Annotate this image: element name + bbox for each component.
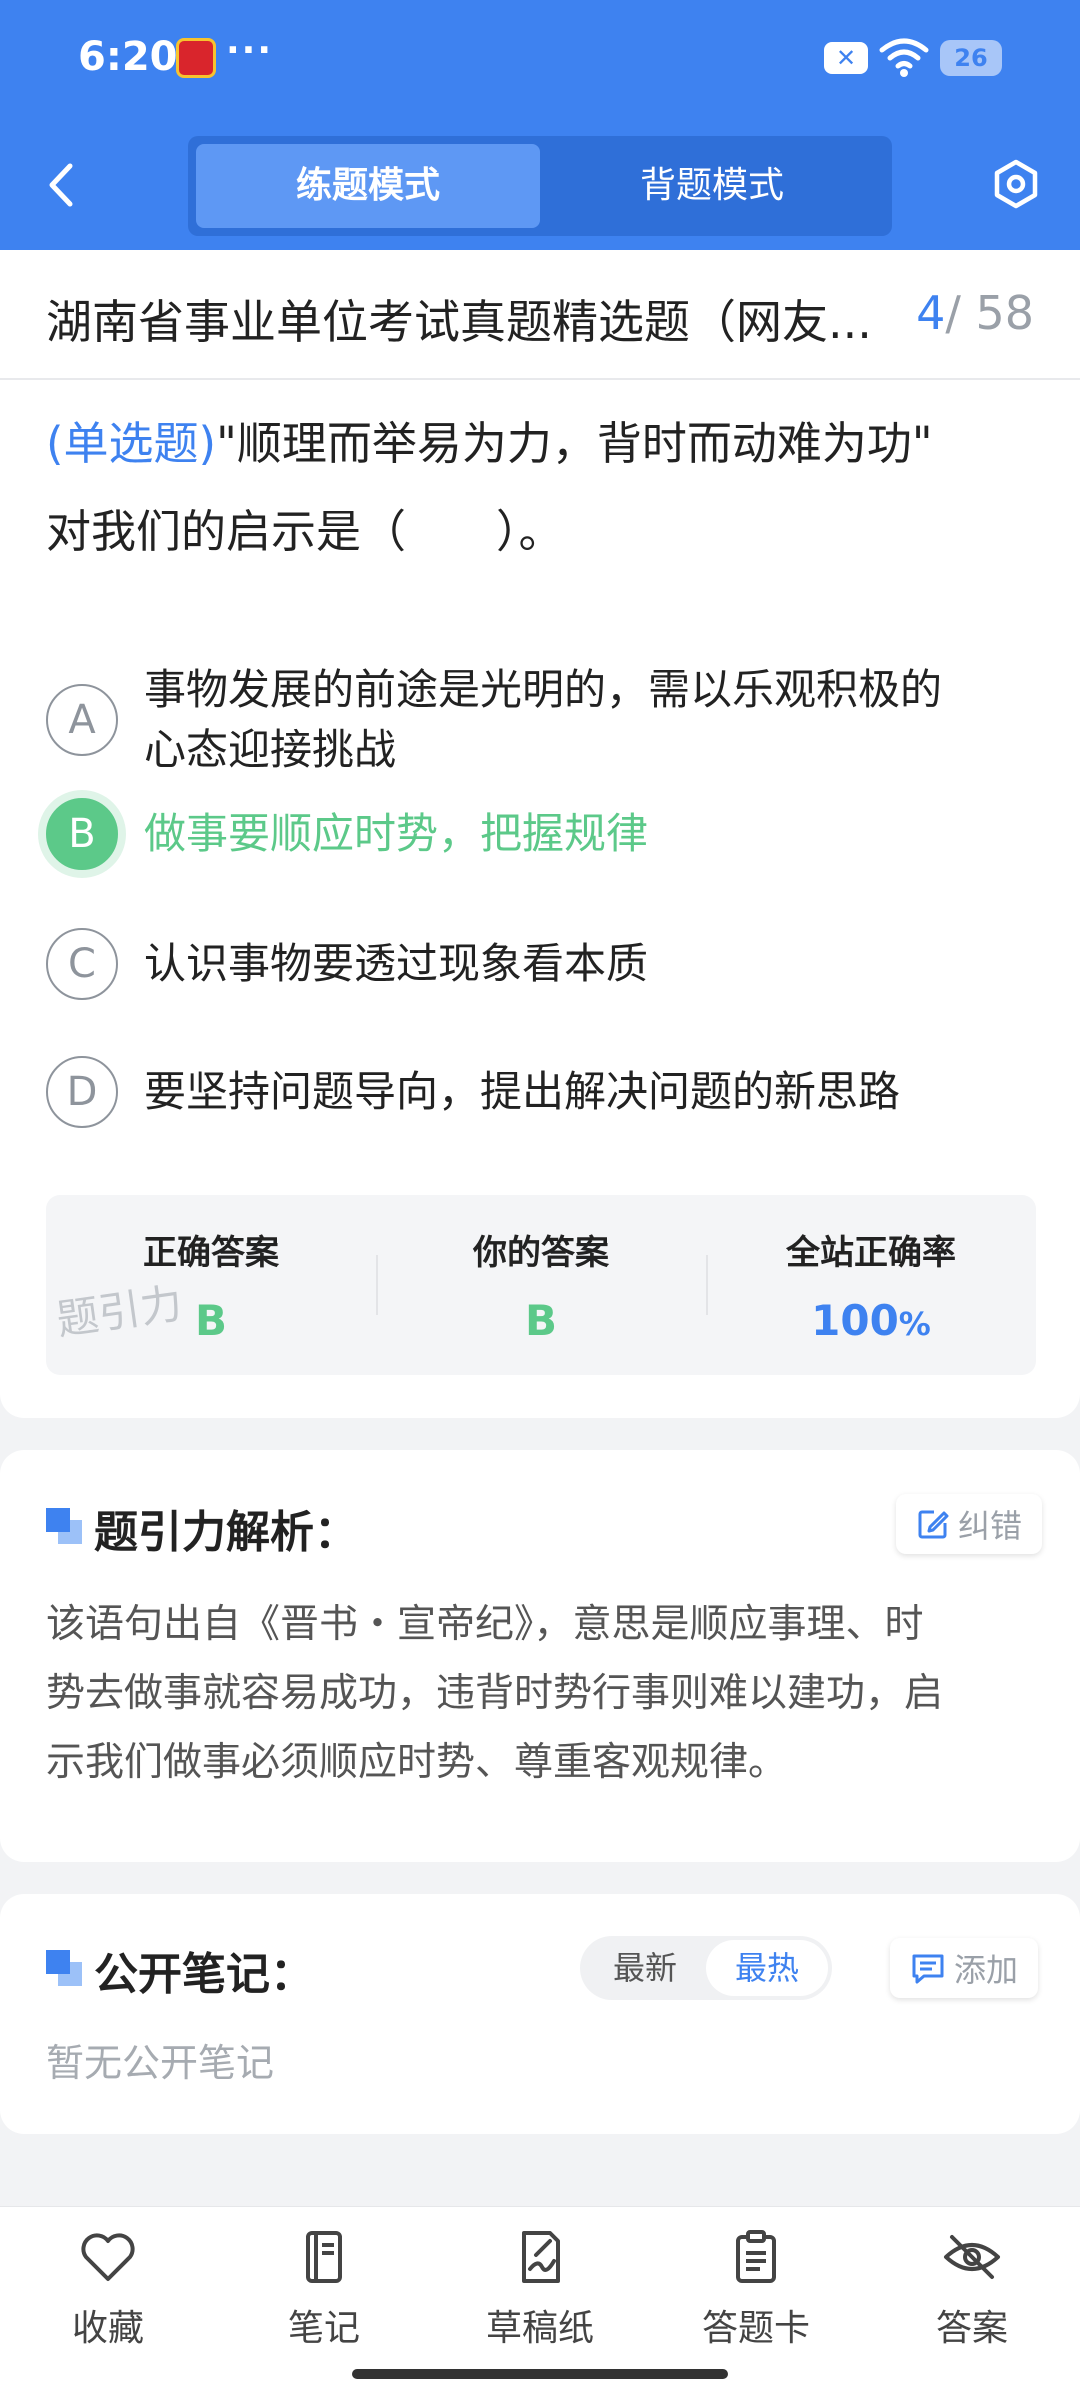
- accuracy-label: 全站正确率: [786, 1233, 956, 1273]
- show-answer-button[interactable]: 答案: [864, 2207, 1080, 2400]
- public-notes-card: 公开笔记： 最新 最热 添加 暂无公开笔记: [0, 1894, 1080, 2134]
- edit-icon: [918, 1510, 949, 1539]
- question-stem-line2: 对我们的启示是（ ）。: [46, 505, 564, 558]
- answer-card-icon: [736, 2230, 776, 2283]
- tab-recite-mode[interactable]: 背题模式: [540, 144, 884, 228]
- question-type: (单选题): [46, 417, 217, 470]
- home-indicator[interactable]: [352, 2369, 728, 2379]
- answer-summary: 正确答案 B 你的答案 B 全站正确率 100%: [46, 1195, 1036, 1375]
- option-d[interactable]: D 要坚持问题导向，提出解决问题的新思路: [46, 1056, 1036, 1128]
- option-a-letter: A: [46, 684, 118, 756]
- status-time: 6:20: [78, 34, 178, 80]
- question-stem-line1: "顺理而举易为力，背时而动难为功": [216, 417, 933, 470]
- tab-practice-mode[interactable]: 练题模式: [196, 144, 540, 228]
- analysis-card: 题引力解析： 纠错 该语句出自《晋书・宣帝纪》，意思是顺应事理、时 势去做事就容…: [0, 1450, 1080, 1862]
- question-text: (单选题)"顺理而举易为力，背时而动难为功" 对我们的启示是（ ）。: [46, 400, 1036, 576]
- analysis-title: 题引力解析：: [94, 1507, 358, 1558]
- draft-paper-icon: [522, 2231, 560, 2283]
- option-a-text: 事物发展的前途是光明的，需以乐观积极的 心态迎接挑战: [144, 660, 942, 780]
- comment-icon: [912, 1954, 944, 1984]
- question-card: 湖南省事业单位考试真题精选题（网友... 4/ 58 (单选题)"顺理而举易为力…: [0, 250, 1080, 1418]
- settings-hexagon-icon[interactable]: [990, 158, 1042, 210]
- favorite-button[interactable]: 收藏: [0, 2207, 216, 2400]
- status-more: ···: [226, 30, 274, 71]
- mode-switch: 练题模式 背题模式: [188, 136, 892, 236]
- section-squares-icon: [46, 1508, 84, 1546]
- option-a-line2: 心态迎接挑战: [144, 725, 397, 774]
- accuracy-value: 100%: [706, 1296, 1036, 1345]
- notes-label: 笔记: [287, 2308, 360, 2349]
- option-c-letter: C: [46, 928, 118, 1000]
- error-report-label: 纠错: [958, 1507, 1023, 1545]
- back-chevron-icon[interactable]: [40, 160, 84, 210]
- your-answer-value: B: [524, 1296, 557, 1345]
- option-b-letter: B: [46, 798, 118, 870]
- notes-title: 公开笔记：: [94, 1949, 314, 2000]
- show-answer-label: 答案: [935, 2308, 1008, 2349]
- question-counter[interactable]: 4/ 58: [916, 286, 1034, 340]
- notebook-icon: [306, 2231, 342, 2283]
- option-b[interactable]: B 做事要顺应时势，把握规律: [46, 798, 1036, 870]
- option-d-text: 要坚持问题导向，提出解决问题的新思路: [144, 1067, 901, 1116]
- analysis-text: 该语句出自《晋书・宣帝纪》，意思是顺应事理、时 势去做事就容易成功，违背时势行事…: [46, 1590, 1036, 1797]
- current-question-number: 4: [916, 286, 946, 340]
- add-note-button[interactable]: 添加: [890, 1938, 1039, 1998]
- option-c-text: 认识事物要透过现象看本质: [144, 939, 649, 988]
- sort-hottest[interactable]: 最热: [706, 1940, 828, 1996]
- analysis-line1: 该语句出自《晋书・宣帝纪》，意思是顺应事理、时: [46, 1602, 924, 1647]
- favorite-label: 收藏: [71, 2308, 144, 2349]
- option-d-letter: D: [46, 1056, 118, 1128]
- analysis-line2: 势去做事就容易成功，违背时势行事则难以建功，启: [46, 1671, 944, 1716]
- error-report-button[interactable]: 纠错: [896, 1494, 1043, 1554]
- correct-answer-label: 正确答案: [143, 1233, 279, 1273]
- accuracy-number: 100: [811, 1296, 899, 1345]
- app-header: 6:20 ··· ✕ 26 练题模式 背题模式: [0, 0, 1080, 250]
- eye-off-icon: [944, 2235, 1000, 2279]
- section-squares-icon: [46, 1950, 84, 1988]
- answer-card-label: 答题卡: [701, 2308, 810, 2349]
- option-a-line1: 事物发展的前途是光明的，需以乐观积极的: [144, 665, 943, 714]
- your-answer-col: 你的答案 B: [376, 1195, 706, 1375]
- wifi-icon: [879, 38, 929, 77]
- draft-paper-label: 草稿纸: [485, 2308, 594, 2349]
- heart-icon: [81, 2233, 135, 2281]
- notes-empty-text: 暂无公开笔记: [46, 2041, 275, 2085]
- option-c[interactable]: C 认识事物要透过现象看本质: [46, 928, 1036, 1000]
- analysis-line3: 示我们做事必须顺应时势、尊重客观规律。: [46, 1740, 788, 1785]
- battery-indicator: 26: [940, 40, 1002, 76]
- exam-title: 湖南省事业单位考试真题精选题（网友...: [46, 295, 872, 349]
- notes-sort-toggle: 最新 最热: [580, 1936, 832, 2000]
- your-answer-label: 你的答案: [473, 1233, 609, 1273]
- accuracy-col: 全站正确率 100%: [706, 1195, 1036, 1375]
- question-title-row: 湖南省事业单位考试真题精选题（网友... 4/ 58: [0, 250, 1080, 380]
- close-notification-icon: ✕: [824, 42, 868, 74]
- accuracy-unit: %: [898, 1305, 931, 1343]
- sort-newest[interactable]: 最新: [584, 1940, 706, 1996]
- option-a[interactable]: A 事物发展的前途是光明的，需以乐观积极的 心态迎接挑战: [46, 660, 1036, 780]
- option-b-text: 做事要顺应时势，把握规律: [144, 809, 649, 858]
- shopping-app-icon: [176, 38, 216, 78]
- add-note-label: 添加: [954, 1951, 1019, 1989]
- total-questions: / 58: [945, 286, 1034, 340]
